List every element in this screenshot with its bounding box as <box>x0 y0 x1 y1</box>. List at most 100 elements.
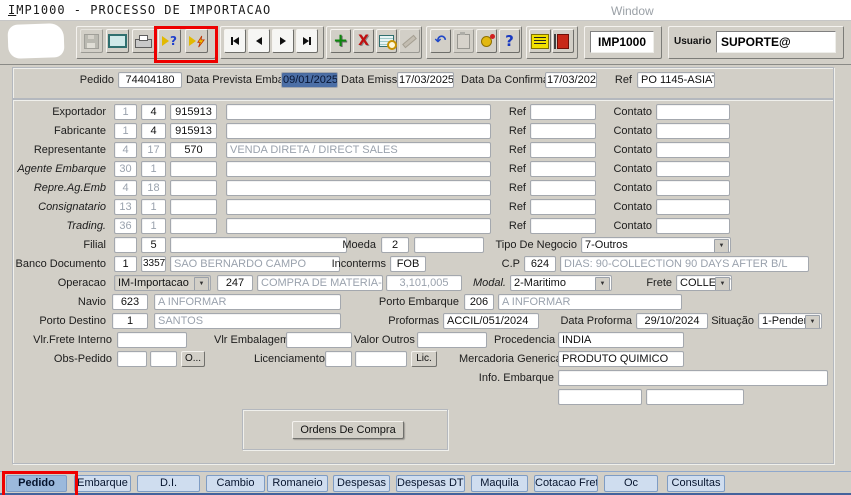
operacao-desc-field[interactable]: COMPRA DE MATERIA-PRIMA-IMPORTA( <box>257 275 383 291</box>
tab-maquila[interactable]: Maquila <box>471 475 528 492</box>
consignatario-name-field[interactable] <box>226 199 491 215</box>
fabricante-seq-field[interactable]: 4 <box>141 123 166 139</box>
exportador-contato-field[interactable] <box>656 104 730 120</box>
chevron-down-icon[interactable]: ▼ <box>194 277 209 291</box>
consignatario-contato-field[interactable] <box>656 199 730 215</box>
chevron-down-icon[interactable]: ▼ <box>595 277 610 291</box>
tab-consultas[interactable]: Consultas <box>667 475 725 492</box>
data-confirmacao-field[interactable]: 17/03/2025 <box>545 72 597 88</box>
first-record-button[interactable] <box>224 29 246 53</box>
obs-pedido-field-2[interactable] <box>150 351 177 367</box>
moeda-desc-field[interactable] <box>414 237 484 253</box>
operacao-select[interactable]: IM-Importacao▼ <box>114 275 211 291</box>
trading-name-field[interactable] <box>226 218 491 234</box>
query-record-button[interactable] <box>376 29 397 53</box>
modal-select[interactable]: 2-Maritimo▼ <box>510 275 612 291</box>
representante-seq-field[interactable]: 17 <box>141 142 166 158</box>
representante-code-field[interactable]: 570 <box>170 142 217 158</box>
keys-button[interactable] <box>476 29 497 53</box>
fabricante-name-field[interactable] <box>226 123 491 139</box>
chevron-down-icon[interactable]: ▼ <box>714 239 729 253</box>
banco-name-field[interactable]: SAO BERNARDO CAMPO <box>170 256 340 272</box>
next-record-button[interactable] <box>272 29 294 53</box>
consignatario-ref-field[interactable] <box>530 199 596 215</box>
licenciamento-field-2[interactable] <box>355 351 407 367</box>
repre-type-field[interactable]: 4 <box>114 180 137 196</box>
insert-record-button[interactable]: + <box>330 29 351 53</box>
trading-code-field[interactable] <box>170 218 217 234</box>
banco-type-field[interactable]: 1 <box>114 256 137 272</box>
procedencia-field[interactable]: INDIA <box>558 332 684 348</box>
consignatario-code-field[interactable] <box>170 199 217 215</box>
vlr-frete-interno-field[interactable] <box>117 332 187 348</box>
chevron-down-icon[interactable]: ▼ <box>805 315 820 329</box>
module-code-field[interactable]: IMP1000 <box>590 31 654 53</box>
extra-field-1[interactable] <box>558 389 642 405</box>
valor-outros-field[interactable] <box>417 332 487 348</box>
info-embarque-field[interactable] <box>558 370 828 386</box>
consignatario-seq-field[interactable]: 1 <box>141 199 166 215</box>
last-record-button[interactable] <box>296 29 318 53</box>
tab-despesas-dtl[interactable]: Despesas DTL <box>396 475 465 492</box>
cp-desc-field[interactable]: DIAS: 90-COLLECTION 90 DAYS AFTER B/L <box>560 256 809 272</box>
data-proforma-field[interactable]: 29/10/2024 <box>636 313 708 329</box>
agente-code-field[interactable] <box>170 161 217 177</box>
moeda-field[interactable]: 2 <box>381 237 409 253</box>
tab-despesas[interactable]: Despesas <box>333 475 390 492</box>
exportador-seq-field[interactable]: 4 <box>141 104 166 120</box>
save-button[interactable] <box>80 29 103 53</box>
vlr-embalagem-field[interactable] <box>286 332 352 348</box>
clear-record-button[interactable] <box>399 29 420 53</box>
porto-embarque-name-field[interactable]: A INFORMAR <box>498 294 682 310</box>
agente-type-field[interactable]: 30 <box>114 161 137 177</box>
repre-contato-field[interactable] <box>656 180 730 196</box>
incoterms-field[interactable]: FOB <box>390 256 426 272</box>
tab-pedido[interactable]: Pedido <box>6 475 67 492</box>
window-menu[interactable]: Window <box>611 4 654 18</box>
agente-name-field[interactable] <box>226 161 491 177</box>
fabricante-contato-field[interactable] <box>656 123 730 139</box>
consignatario-type-field[interactable]: 13 <box>114 199 137 215</box>
chevron-down-icon[interactable]: ▼ <box>715 277 730 291</box>
fabricante-ref-field[interactable] <box>530 123 596 139</box>
undo-button[interactable]: ↶ <box>430 29 451 53</box>
filial-type-field[interactable] <box>114 237 137 253</box>
operacao-num-field[interactable]: 247 <box>217 275 253 291</box>
exit-button[interactable] <box>552 29 574 53</box>
mercadoria-generica-field[interactable]: PRODUTO QUIMICO <box>558 351 684 367</box>
porto-destino-num-field[interactable]: 1 <box>112 313 148 329</box>
tab-oc[interactable]: Oc <box>604 475 658 492</box>
exportador-ref-field[interactable] <box>530 104 596 120</box>
usuario-field[interactable]: SUPORTE@ <box>716 31 836 53</box>
data-prevista-field[interactable]: 09/01/2025 <box>281 72 338 88</box>
print-button[interactable] <box>132 29 155 53</box>
filial-num-field[interactable]: 5 <box>141 237 166 253</box>
delete-record-button[interactable]: X <box>353 29 374 53</box>
exportador-type-field[interactable]: 1 <box>114 104 137 120</box>
representante-contato-field[interactable] <box>656 142 730 158</box>
tipo-negocio-select[interactable]: 7-Outros▼ <box>581 237 731 253</box>
exportador-code-field[interactable]: 915913 <box>170 104 217 120</box>
repre-ref-field[interactable] <box>530 180 596 196</box>
obs-pedido-field-1[interactable] <box>117 351 147 367</box>
help-button[interactable]: ? <box>499 29 520 53</box>
tab-cambio[interactable]: Cambio <box>206 475 265 492</box>
trading-contato-field[interactable] <box>656 218 730 234</box>
screen-button[interactable] <box>106 29 129 53</box>
trading-ref-field[interactable] <box>530 218 596 234</box>
representante-name-field[interactable]: VENDA DIRETA / DIRECT SALES <box>226 142 491 158</box>
representante-type-field[interactable]: 4 <box>114 142 137 158</box>
clipboard-button[interactable] <box>453 29 474 53</box>
ref-field[interactable]: PO 1145-ASIATIC-C <box>637 72 715 88</box>
agente-seq-field[interactable]: 1 <box>141 161 166 177</box>
menu-button[interactable] <box>529 29 551 53</box>
representante-ref-field[interactable] <box>530 142 596 158</box>
tab-cotacao-frete[interactable]: Cotacao Frete <box>534 475 598 492</box>
tab-di[interactable]: D.I. <box>137 475 200 492</box>
lic-button[interactable]: Lic. <box>411 351 437 367</box>
cp-field[interactable]: 624 <box>524 256 556 272</box>
pedido-field[interactable]: 74404180 <box>118 72 182 88</box>
banco-num-field[interactable]: 3357 <box>141 256 166 272</box>
obs-button[interactable]: O... <box>181 351 205 367</box>
agente-contato-field[interactable] <box>656 161 730 177</box>
